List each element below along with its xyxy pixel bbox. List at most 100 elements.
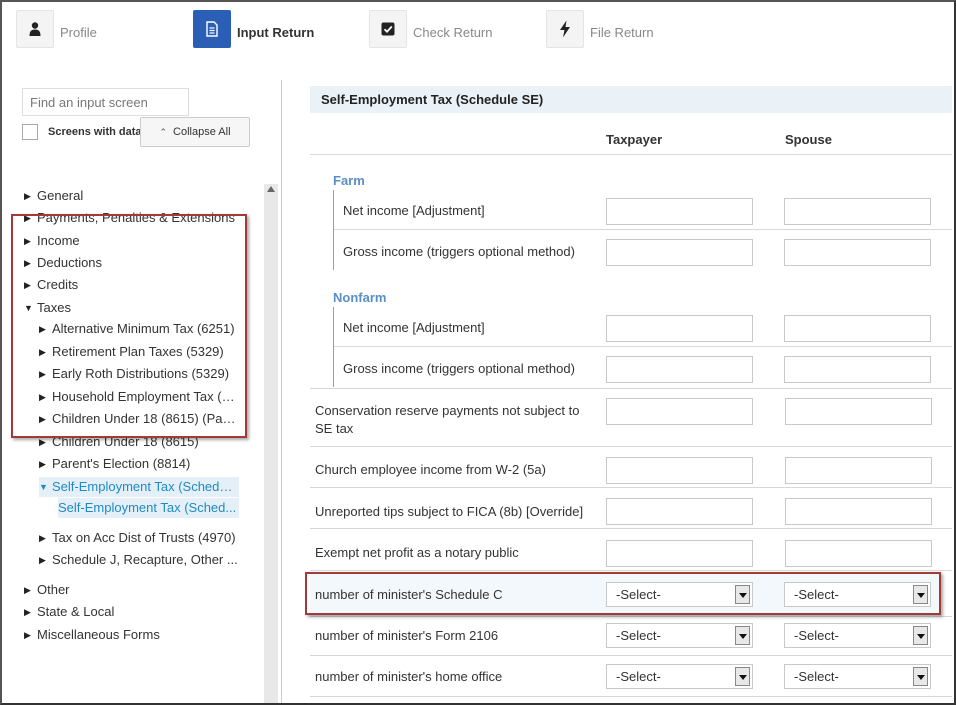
- step-file-return[interactable]: File Return: [546, 10, 654, 48]
- minister-form-2106-spouse-select[interactable]: -Select-: [784, 623, 931, 648]
- tree-item-income[interactable]: ▶ Income: [24, 231, 239, 251]
- tree-item-alternative-minimum-tax-6251[interactable]: ▶ Alternative Minimum Tax (6251): [39, 319, 239, 339]
- triangle-right-icon[interactable]: ▶: [39, 364, 52, 384]
- tree-item-label: Income: [37, 233, 80, 248]
- minister-home-office-taxpayer-select[interactable]: -Select-: [606, 664, 753, 689]
- tree-item-credits[interactable]: ▶ Credits: [24, 275, 239, 295]
- triangle-right-icon[interactable]: ▶: [39, 454, 52, 474]
- triangle-right-icon[interactable]: ▶: [39, 550, 52, 570]
- tree-item-schedule-j-recapture-other[interactable]: ▶ Schedule J, Recapture, Other ...: [39, 550, 239, 570]
- triangle-right-icon[interactable]: ▶: [24, 253, 37, 273]
- tree-item-label: Children Under 18 (8615): [52, 434, 199, 449]
- sidebar: Screens with data ⌃ Collapse All ▶Genera…: [2, 80, 280, 703]
- divider: [310, 154, 952, 155]
- church-employee-income-spouse-input[interactable]: [785, 457, 932, 484]
- dropdown-arrow-icon[interactable]: [735, 626, 750, 645]
- scroll-up-icon[interactable]: [267, 186, 275, 192]
- dropdown-arrow-icon[interactable]: [735, 585, 750, 604]
- nonfarm-gross-income-spouse-input[interactable]: [784, 356, 931, 383]
- triangle-down-icon[interactable]: ▼: [24, 298, 37, 318]
- unreported-tips-taxpayer-input[interactable]: [606, 498, 753, 525]
- notary-profit-spouse-input[interactable]: [785, 540, 932, 567]
- tree-item-label: Self-Employment Tax (Schedul...: [52, 479, 239, 494]
- conservation-reserve-label-line1: Conservation reserve payments not subjec…: [315, 403, 580, 418]
- triangle-right-icon[interactable]: ▶: [39, 528, 52, 548]
- triangle-right-icon[interactable]: ▶: [39, 342, 52, 362]
- step-input-return[interactable]: Input Return: [193, 10, 314, 48]
- divider: [310, 528, 952, 529]
- dropdown-arrow-icon[interactable]: [913, 626, 928, 645]
- minister-form-2106-taxpayer-select[interactable]: -Select-: [606, 623, 753, 648]
- farm-net-income-spouse-input[interactable]: [784, 198, 931, 225]
- step-navigation: Profile Input Return Check Return File R…: [2, 2, 952, 80]
- triangle-right-icon[interactable]: ▶: [24, 231, 37, 251]
- search-input[interactable]: [22, 88, 189, 116]
- triangle-right-icon[interactable]: ▶: [39, 409, 52, 429]
- tree-item-label: Household Employment Tax (S...: [52, 389, 239, 404]
- tree-item-general[interactable]: ▶ General: [24, 186, 239, 206]
- panel-divider: [281, 80, 282, 703]
- triangle-right-icon[interactable]: ▶: [39, 319, 52, 339]
- notary-profit-taxpayer-input[interactable]: [606, 540, 753, 567]
- nonfarm-group-title: Nonfarm: [333, 290, 387, 305]
- triangle-right-icon[interactable]: ▶: [24, 602, 37, 622]
- minister-form-2106-label: number of minister's Form 2106: [315, 628, 499, 643]
- tree-item-parent-s-election-8814[interactable]: ▶ Parent's Election (8814): [39, 454, 239, 474]
- nonfarm-gross-income-taxpayer-input[interactable]: [606, 356, 753, 383]
- dropdown-arrow-icon[interactable]: [913, 585, 928, 604]
- tree-item-state-local[interactable]: ▶ State & Local: [24, 602, 239, 622]
- minister-home-office-spouse-select[interactable]: -Select-: [784, 664, 931, 689]
- step-profile[interactable]: Profile: [16, 10, 97, 48]
- triangle-right-icon[interactable]: ▶: [24, 208, 37, 228]
- farm-net-income-taxpayer-input[interactable]: [606, 198, 753, 225]
- farm-gross-income-spouse-input[interactable]: [784, 239, 931, 266]
- tree-item-miscellaneous-forms[interactable]: ▶ Miscellaneous Forms: [24, 625, 239, 645]
- triangle-right-icon[interactable]: ▶: [24, 625, 37, 645]
- triangle-right-icon[interactable]: ▶: [39, 387, 52, 407]
- minister-schedule-c-spouse-select[interactable]: -Select-: [784, 582, 931, 607]
- sidebar-scrollbar[interactable]: [264, 184, 278, 703]
- triangle-right-icon[interactable]: ▶: [24, 186, 37, 206]
- tree-item-children-under-18-8615[interactable]: ▶ Children Under 18 (8615): [39, 432, 239, 452]
- tree-item-label: Tax on Acc Dist of Trusts (4970): [52, 530, 236, 545]
- tree-item-payments-penalties-extensions[interactable]: ▶ Payments, Penalties & Extensions: [24, 208, 239, 228]
- tree-item-deductions[interactable]: ▶ Deductions: [24, 253, 239, 273]
- tree-item-children-under-18-8615-pare[interactable]: ▶ Children Under 18 (8615) (Pare...: [39, 409, 239, 429]
- dropdown-arrow-icon[interactable]: [735, 667, 750, 686]
- triangle-right-icon[interactable]: ▶: [24, 275, 37, 295]
- conservation-reserve-spouse-input[interactable]: [785, 398, 932, 425]
- tree-item-self-employment-tax-schedul[interactable]: ▼ Self-Employment Tax (Schedul...: [39, 477, 239, 497]
- tree-item-tax-on-acc-dist-of-trusts-4970[interactable]: ▶ Tax on Acc Dist of Trusts (4970): [39, 528, 239, 548]
- nonfarm-net-income-taxpayer-input[interactable]: [606, 315, 753, 342]
- tree-item-household-employment-tax-s[interactable]: ▶ Household Employment Tax (S...: [39, 387, 239, 407]
- tree-item-retirement-plan-taxes-5329[interactable]: ▶ Retirement Plan Taxes (5329): [39, 342, 239, 362]
- dropdown-arrow-icon[interactable]: [913, 667, 928, 686]
- screens-with-data-checkbox[interactable]: [22, 124, 38, 140]
- nonfarm-net-income-label: Net income [Adjustment]: [343, 320, 485, 335]
- tree-item-other[interactable]: ▶ Other: [24, 580, 239, 600]
- taxpayer-column-header: Taxpayer: [606, 132, 663, 147]
- tree-item-early-roth-distributions-5329[interactable]: ▶ Early Roth Distributions (5329): [39, 364, 239, 384]
- triangle-right-icon[interactable]: ▶: [39, 432, 52, 452]
- tree-item-label: General: [37, 188, 84, 203]
- select-value: -Select-: [616, 587, 661, 602]
- farm-gross-income-taxpayer-input[interactable]: [606, 239, 753, 266]
- conservation-reserve-taxpayer-input[interactable]: [606, 398, 753, 425]
- tree-item-self-employment-tax-sched[interactable]: Self-Employment Tax (Sched...: [58, 498, 239, 518]
- triangle-right-icon[interactable]: ▶: [24, 580, 37, 600]
- tree-item-taxes[interactable]: ▼ Taxes: [24, 298, 239, 318]
- select-value: -Select-: [794, 587, 839, 602]
- nonfarm-net-income-spouse-input[interactable]: [784, 315, 931, 342]
- minister-schedule-c-taxpayer-select[interactable]: -Select-: [606, 582, 753, 607]
- triangle-down-icon[interactable]: ▼: [39, 477, 52, 497]
- chevron-up-icon: ⌃: [159, 126, 168, 137]
- unreported-tips-spouse-input[interactable]: [785, 498, 932, 525]
- step-input-return-label: Input Return: [237, 24, 315, 40]
- collapse-all-button[interactable]: ⌃ Collapse All: [140, 117, 250, 147]
- tree-item-label: Retirement Plan Taxes (5329): [52, 344, 224, 359]
- tree-item-label: Children Under 18 (8615) (Pare...: [52, 411, 239, 426]
- step-check-return[interactable]: Check Return: [369, 10, 492, 48]
- select-value: -Select-: [794, 628, 839, 643]
- farm-group-bar: [333, 190, 334, 270]
- church-employee-income-taxpayer-input[interactable]: [606, 457, 753, 484]
